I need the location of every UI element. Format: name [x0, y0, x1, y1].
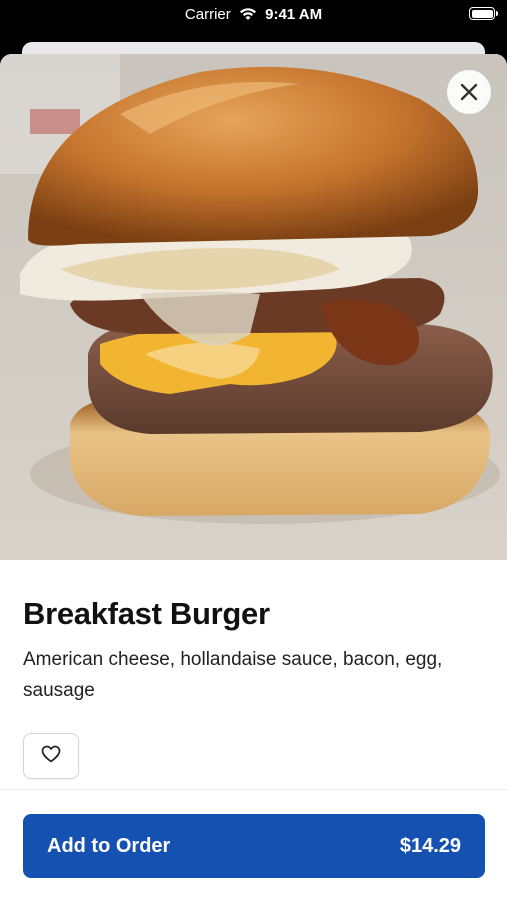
status-time: 9:41 AM — [265, 6, 323, 23]
close-button[interactable] — [447, 70, 491, 114]
burger-photo — [0, 54, 507, 560]
item-description: American cheese, hollandaise sauce, baco… — [23, 649, 443, 701]
divider — [0, 789, 507, 790]
favorite-button[interactable] — [23, 733, 79, 779]
price-label: $14.29 — [399, 834, 461, 857]
wifi-icon — [239, 7, 257, 25]
heart-icon — [41, 745, 61, 768]
add-to-order-button[interactable]: Add to Order $14.29 — [23, 814, 485, 878]
carrier-label: Carrier — [184, 6, 231, 23]
item-title: Breakfast Burger — [23, 596, 270, 631]
battery-icon — [469, 7, 498, 20]
close-icon — [460, 83, 478, 101]
item-info: Breakfast Burger American cheese, hollan… — [23, 594, 485, 706]
item-detail-sheet: Breakfast Burger American cheese, hollan… — [0, 54, 507, 900]
add-to-order-label: Add to Order — [47, 834, 171, 857]
status-bar: Carrier 9:41 AM — [0, 0, 507, 44]
